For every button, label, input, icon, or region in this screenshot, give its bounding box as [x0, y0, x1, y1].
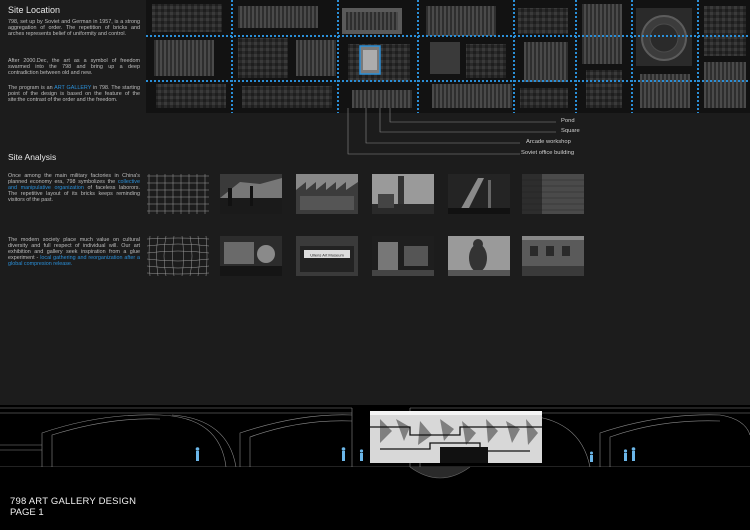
photo-pipe-structure — [448, 174, 510, 214]
site-location-title: Site Location — [8, 5, 61, 15]
aerial-map-graphic — [146, 0, 750, 113]
site-analysis-paragraph-1: Once among the main military factories i… — [8, 173, 140, 204]
site-location-paragraph-2: After 2000.Dec, the art as a symbol of f… — [8, 58, 140, 77]
section-graphic — [0, 405, 750, 530]
building-section-drawing — [0, 405, 750, 530]
art-gallery-highlight: ART GALLERY — [54, 85, 92, 91]
photo-sculpture — [448, 236, 510, 276]
label-square: Square — [561, 128, 580, 134]
photo-sawtooth-roof — [296, 174, 358, 214]
label-soviet-office-building: Soviet office building — [521, 150, 575, 156]
regular-grid-diagram — [147, 174, 209, 214]
site-analysis-title: Site Analysis — [8, 152, 57, 162]
photo-chimney — [372, 174, 434, 214]
photo-brick-wall — [522, 174, 584, 214]
site-analysis-paragraph-2: The modern society place much value on c… — [8, 237, 140, 268]
label-pond: Pond — [561, 118, 575, 124]
museum-sign-text: Ullens Art Museum — [310, 253, 344, 258]
photo-factory-interior — [220, 174, 282, 214]
aerial-site-map — [146, 0, 750, 113]
photo-gallery-interior — [372, 236, 434, 276]
label-arcade-workshop: Arcade workshop — [526, 139, 571, 145]
photo-brick-building — [522, 236, 584, 276]
site-location-paragraph-1: 798, set up by Soviet and German in 1957… — [8, 19, 140, 38]
photo-ullens-art-museum: Ullens Art Museum — [296, 236, 358, 276]
page-number: PAGE 1 — [10, 507, 44, 518]
photo-graffiti-wall — [220, 236, 282, 276]
site-location-paragraph-3: The program is an ART GALLERY in 798. Th… — [8, 85, 140, 104]
distorted-grid-diagram — [147, 236, 209, 276]
project-title: 798 ART GALLERY DESIGN — [10, 496, 137, 507]
